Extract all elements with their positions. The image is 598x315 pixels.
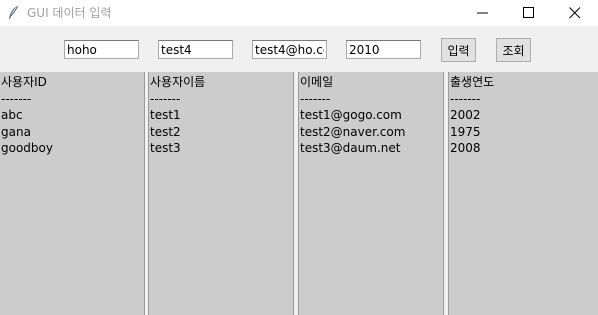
minimize-button[interactable] [460,0,506,26]
input-toolbar: 입력 조회 [0,26,598,72]
close-icon [569,7,581,19]
list-item[interactable]: test2@naver.com [299,124,443,141]
list-item[interactable]: 2002 [449,107,598,124]
user-id-listbox[interactable]: 사용자ID ------- abc gana goodboy [0,72,145,315]
birth-year-listbox[interactable]: 출생연도 ------- 2002 1975 2008 [448,72,598,315]
title-bar[interactable]: GUI 데이터 입력 [0,0,598,26]
user-name-field[interactable] [158,40,233,59]
column-separator: ------- [300,91,331,106]
column-separator: ------- [450,91,481,106]
list-item[interactable]: test1 [149,107,293,124]
column-header: 출생연도 [450,75,495,89]
column-header: 사용자이름 [150,75,206,89]
query-button[interactable]: 조회 [496,38,531,62]
email-listbox[interactable]: 이메일 ------- test1@gogo.com test2@naver.c… [298,72,444,315]
email-field[interactable] [252,40,327,59]
list-item[interactable]: 1975 [449,124,598,141]
column-header: 사용자ID [1,75,47,89]
list-item[interactable]: test2 [149,124,293,141]
close-button[interactable] [552,0,598,26]
birth-year-field[interactable] [346,40,421,59]
user-id-field[interactable] [64,40,139,59]
list-item[interactable]: 2008 [449,140,598,157]
user-name-listbox[interactable]: 사용자이름 ------- test1 test2 test3 [148,72,294,315]
minimize-icon [477,12,488,14]
list-item[interactable]: test3@daum.net [299,140,443,157]
maximize-button[interactable] [506,0,552,26]
column-separator: ------- [150,91,181,106]
maximize-icon [523,7,534,18]
window-title: GUI 데이터 입력 [27,6,112,20]
list-item[interactable]: abc [0,107,144,124]
list-item[interactable]: test3 [149,140,293,157]
feather-icon [9,5,18,20]
list-item[interactable]: gana [0,124,144,141]
insert-button[interactable]: 입력 [441,38,476,62]
list-item[interactable]: test1@gogo.com [299,107,443,124]
list-item[interactable]: goodboy [0,140,144,157]
column-separator: ------- [1,91,32,106]
column-header: 이메일 [300,75,334,89]
